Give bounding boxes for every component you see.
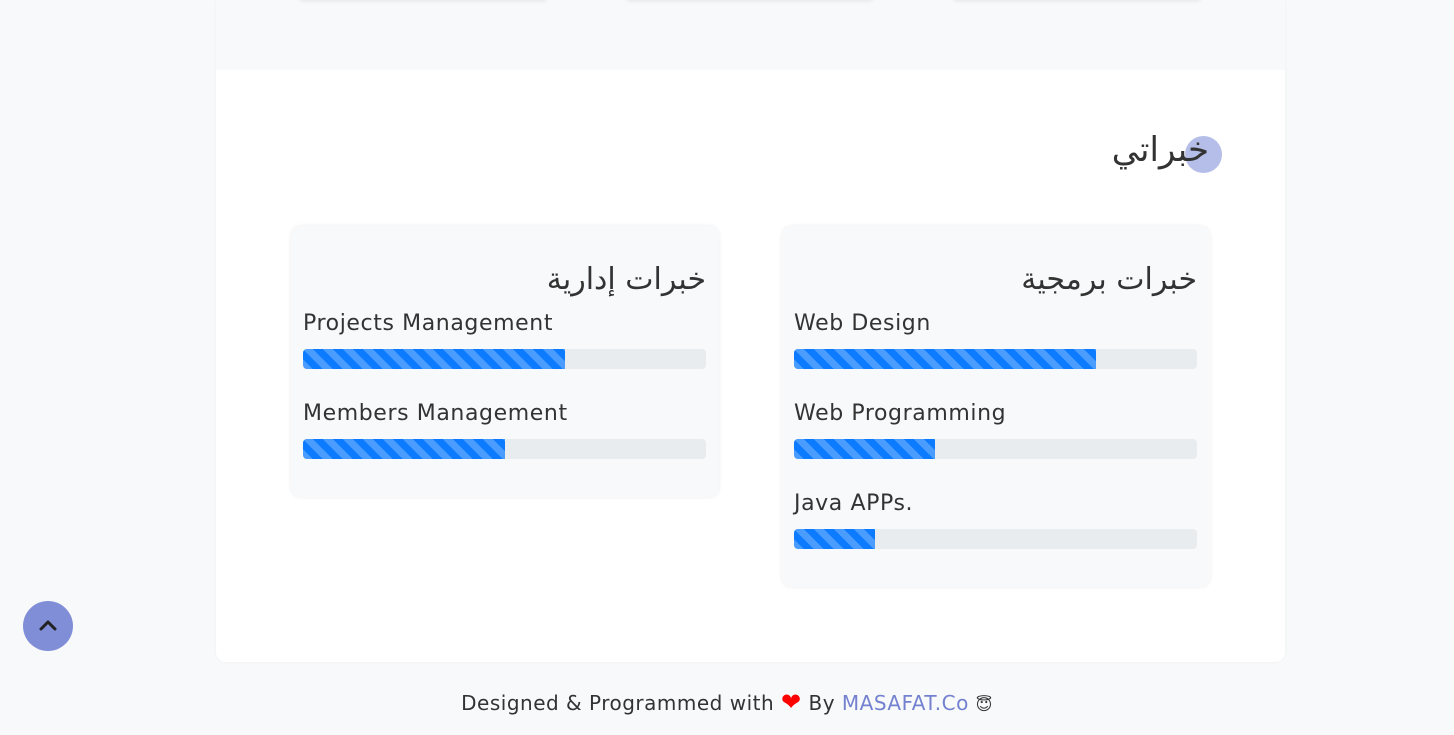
section-title: خبراتي [1111,130,1209,170]
progress-fill [794,529,875,549]
progress-fill [303,439,505,459]
progress-bar [794,529,1197,549]
progress-fill [794,349,1097,369]
progress-bar [794,349,1197,369]
progress-bar [303,439,706,459]
management-skills-card: خبرات إدارية Projects Management Members… [291,226,719,497]
skill-label: Web Programming [794,401,1007,426]
skill-label: Web Design [794,311,931,336]
smile-halo-icon: 😇 [975,695,993,714]
company-link[interactable]: MASAFAT.Co [842,691,969,715]
main-container: خبراتي خبرات إدارية Projects Management … [216,0,1285,662]
card-title: خبرات برمجية [1021,262,1197,297]
card-title: خبرات إدارية [546,262,706,297]
progress-bar [303,349,706,369]
programming-skills-card: خبرات برمجية Web Design Web Programming … [782,226,1210,587]
chevron-up-icon [38,617,58,636]
footer: Designed & Programmed with ❤ By MASAFAT.… [0,688,1454,716]
progress-bar [794,439,1197,459]
scroll-to-top-button[interactable] [23,601,73,651]
footer-text: Designed & Programmed with [461,691,775,715]
progress-fill [303,349,565,369]
footer-by: By [808,691,836,715]
previous-section [216,0,1285,70]
heart-icon: ❤ [781,688,802,716]
skill-label: Projects Management [303,311,554,336]
skill-label: Java APPs. [794,491,914,516]
progress-fill [794,439,936,459]
skill-label: Members Management [303,401,568,426]
